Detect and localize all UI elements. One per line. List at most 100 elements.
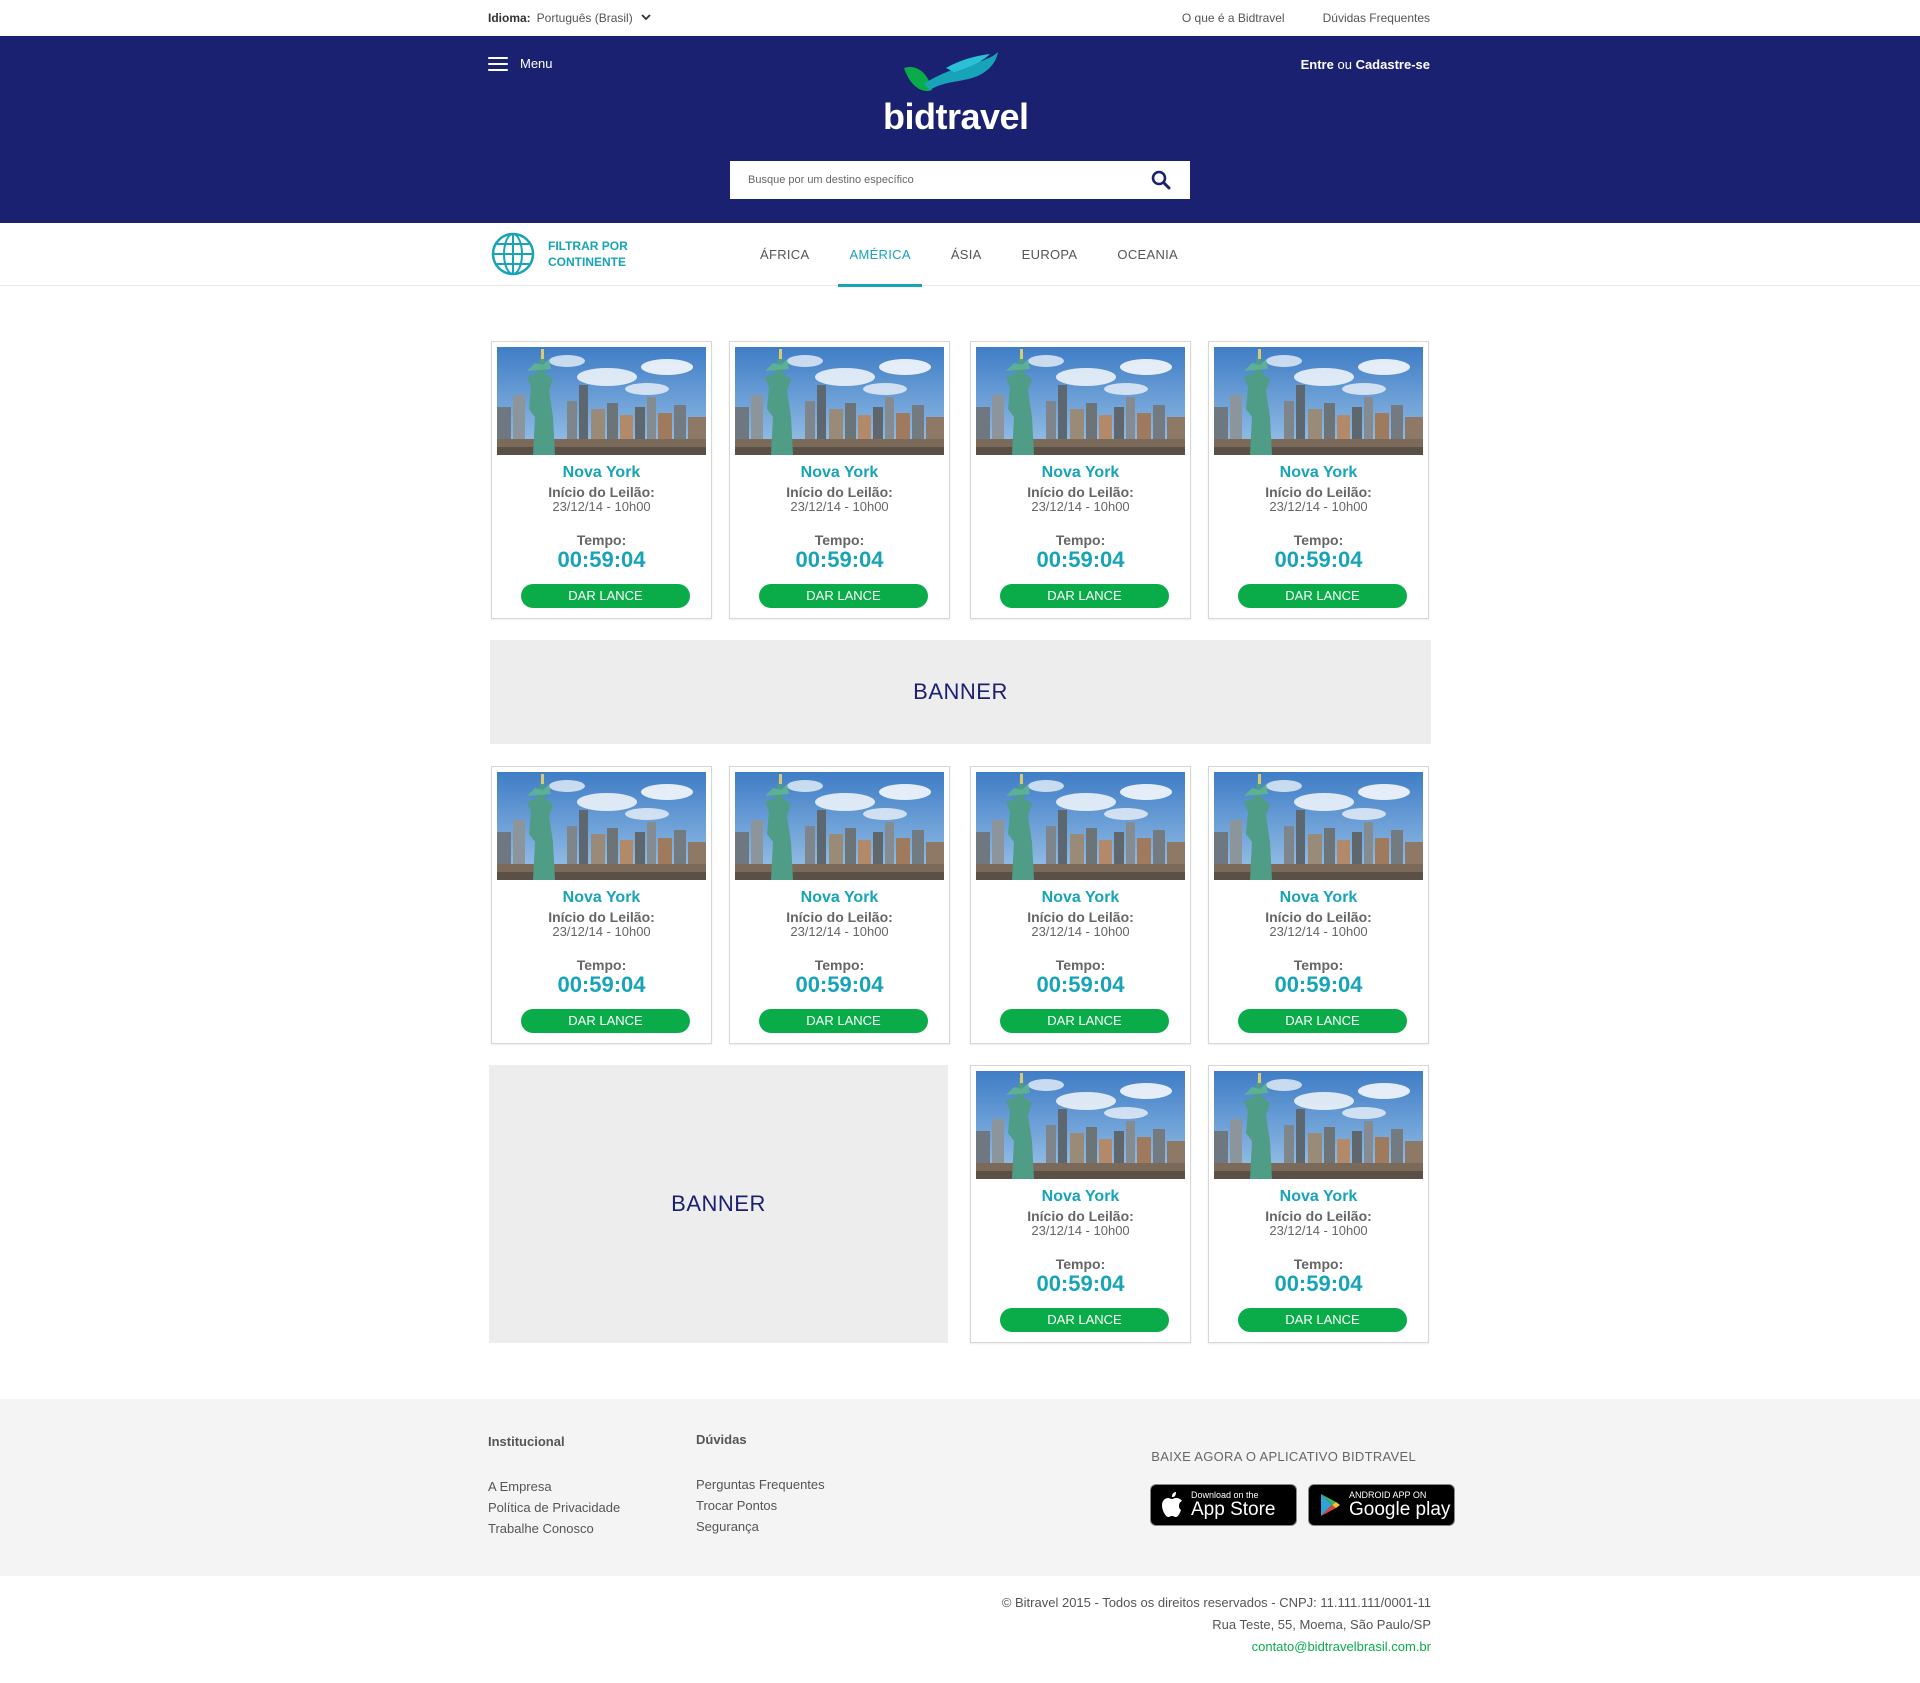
auction-card[interactable]: Nova York Início do Leilão: 23/12/14 - 1… <box>491 341 712 619</box>
search-icon[interactable] <box>1151 170 1171 190</box>
continent-tabs: ÁFRICA AMÉRICA ÁSIA EUROPA OCEANIA <box>740 223 1198 287</box>
tab-oceania[interactable]: OCEANIA <box>1106 223 1189 286</box>
footer-link-privacidade[interactable]: Política de Privacidade <box>488 1500 620 1515</box>
auction-card[interactable]: Nova York Início do Leilão: 23/12/14 - 1… <box>729 766 950 1044</box>
app-download-title: BAIXE AGORA O APLICATIVO BIDTRAVEL <box>1151 1449 1416 1464</box>
card-city[interactable]: Nova York <box>492 464 711 482</box>
site-header: Menu bidtravel Entre ou Cadastre-se <box>0 36 1920 223</box>
auction-card[interactable]: Nova York Início do Leilão: 23/12/14 - 1… <box>970 766 1191 1044</box>
card-city[interactable]: Nova York <box>971 889 1190 907</box>
ad-banner-large[interactable]: BANNER <box>489 1065 948 1343</box>
tab-africa[interactable]: ÁFRICA <box>749 223 820 286</box>
menu-button[interactable]: Menu <box>488 56 553 71</box>
card-city[interactable]: Nova York <box>1209 1188 1428 1206</box>
card-timer: 00:59:04 <box>557 547 646 572</box>
footer-institucional: Institucional A Empresa Política de Priv… <box>488 1434 620 1542</box>
card-timer: 00:59:04 <box>1274 972 1363 997</box>
login-or-text: ou <box>1337 57 1352 72</box>
card-timer: 00:59:04 <box>1036 972 1125 997</box>
footer-link-trabalhe[interactable]: Trabalhe Conosco <box>488 1521 620 1536</box>
copyright-block: © Bitravel 2015 - Todos os direitos rese… <box>1002 1592 1431 1658</box>
card-city[interactable]: Nova York <box>971 464 1190 482</box>
signup-link[interactable]: Cadastre-se <box>1356 57 1430 72</box>
footer-link-seguranca[interactable]: Segurança <box>696 1519 825 1534</box>
card-start-date: 23/12/14 - 10h00 <box>552 924 651 939</box>
destination-photo[interactable] <box>976 772 1185 880</box>
auction-card[interactable]: Nova York Início do Leilão: 23/12/14 - 1… <box>729 341 950 619</box>
card-start-label: Início do Leilão: <box>1027 484 1134 500</box>
card-city[interactable]: Nova York <box>971 1188 1190 1206</box>
hamburger-icon[interactable] <box>488 56 508 71</box>
card-start-date: 23/12/14 - 10h00 <box>790 924 889 939</box>
footer-link-empresa[interactable]: A Empresa <box>488 1479 620 1494</box>
bid-button[interactable]: DAR LANCE <box>1000 1308 1169 1332</box>
appstore-big-text: App Store <box>1191 1499 1276 1520</box>
auction-card[interactable]: Nova York Início do Leilão: 23/12/14 - 1… <box>1208 341 1429 619</box>
destination-photo[interactable] <box>976 347 1185 455</box>
tab-asia[interactable]: ÁSIA <box>940 223 993 286</box>
bid-button[interactable]: DAR LANCE <box>1238 1009 1407 1033</box>
continent-filter-label: FILTRAR POR CONTINENTE <box>490 231 638 277</box>
bid-button[interactable]: DAR LANCE <box>759 1009 928 1033</box>
card-start-label: Início do Leilão: <box>1027 1208 1134 1224</box>
card-start-date: 23/12/14 - 10h00 <box>1269 1223 1368 1238</box>
auction-card[interactable]: Nova York Início do Leilão: 23/12/14 - 1… <box>1208 1065 1429 1343</box>
store-badges: Download on the App Store ANDROID APP ON… <box>1150 1484 1455 1526</box>
card-city[interactable]: Nova York <box>492 889 711 907</box>
search-input[interactable] <box>730 161 1132 199</box>
about-link[interactable]: O que é a Bidtravel <box>1182 11 1285 25</box>
auction-card[interactable]: Nova York Início do Leilão: 23/12/14 - 1… <box>1208 766 1429 1044</box>
card-city[interactable]: Nova York <box>730 889 949 907</box>
destination-photo[interactable] <box>1214 1071 1423 1179</box>
app-store-badge[interactable]: Download on the App Store <box>1150 1484 1297 1526</box>
auction-card[interactable]: Nova York Início do Leilão: 23/12/14 - 1… <box>491 766 712 1044</box>
tab-europa[interactable]: EUROPA <box>1011 223 1089 286</box>
footer-link-pontos[interactable]: Trocar Pontos <box>696 1498 825 1513</box>
googleplay-big-text: Google play <box>1349 1499 1451 1520</box>
faq-link[interactable]: Dúvidas Frequentes <box>1323 11 1430 25</box>
tab-america[interactable]: AMÉRICA <box>838 223 923 287</box>
card-time-label: Tempo: <box>814 957 865 973</box>
logo-wordmark: bidtravel <box>883 96 1029 137</box>
login-link[interactable]: Entre <box>1301 57 1334 72</box>
card-start-date: 23/12/14 - 10h00 <box>1269 924 1368 939</box>
contact-email-link[interactable]: contato@bidtravelbrasil.com.br <box>1002 1636 1431 1658</box>
destination-photo[interactable] <box>735 347 944 455</box>
card-start-date: 23/12/14 - 10h00 <box>790 499 889 514</box>
destination-photo[interactable] <box>497 772 706 880</box>
bid-button[interactable]: DAR LANCE <box>759 584 928 608</box>
bid-button[interactable]: DAR LANCE <box>1238 1308 1407 1332</box>
site-footer: Institucional A Empresa Política de Priv… <box>0 1399 1920 1576</box>
language-selector[interactable]: Idioma: Português (Brasil) <box>488 11 651 25</box>
destination-photo[interactable] <box>497 347 706 455</box>
card-city[interactable]: Nova York <box>1209 889 1428 907</box>
language-value[interactable]: Português (Brasil) <box>537 11 633 25</box>
destination-search <box>730 161 1190 199</box>
card-start-label: Início do Leilão: <box>1027 909 1134 925</box>
auction-card[interactable]: Nova York Início do Leilão: 23/12/14 - 1… <box>970 341 1191 619</box>
destination-photo[interactable] <box>1214 347 1423 455</box>
bid-button[interactable]: DAR LANCE <box>521 584 690 608</box>
card-city[interactable]: Nova York <box>730 464 949 482</box>
destination-photo[interactable] <box>976 1071 1185 1179</box>
bid-button[interactable]: DAR LANCE <box>1000 1009 1169 1033</box>
chevron-down-icon[interactable] <box>641 13 651 24</box>
copyright-text: © Bitravel 2015 - Todos os direitos rese… <box>1001 1595 1431 1610</box>
card-start-label: Início do Leilão: <box>786 484 893 500</box>
bid-button[interactable]: DAR LANCE <box>1000 584 1169 608</box>
card-timer: 00:59:04 <box>795 972 884 997</box>
card-city[interactable]: Nova York <box>1209 464 1428 482</box>
bid-button[interactable]: DAR LANCE <box>1238 584 1407 608</box>
bid-button[interactable]: DAR LANCE <box>521 1009 690 1033</box>
google-play-badge[interactable]: ANDROID APP ON Google play <box>1308 1484 1455 1526</box>
footer-link-perguntas[interactable]: Perguntas Frequentes <box>696 1477 825 1492</box>
bidtravel-logo[interactable]: bidtravel <box>880 50 1040 140</box>
ad-banner-wide[interactable]: BANNER <box>490 640 1431 744</box>
top-links: O que é a Bidtravel Dúvidas Frequentes <box>1182 11 1430 25</box>
search-button[interactable] <box>1132 161 1190 199</box>
menu-label: Menu <box>520 56 553 71</box>
destination-photo[interactable] <box>1214 772 1423 880</box>
destination-photo[interactable] <box>735 772 944 880</box>
auction-card[interactable]: Nova York Início do Leilão: 23/12/14 - 1… <box>970 1065 1191 1343</box>
card-time-label: Tempo: <box>1293 957 1344 973</box>
